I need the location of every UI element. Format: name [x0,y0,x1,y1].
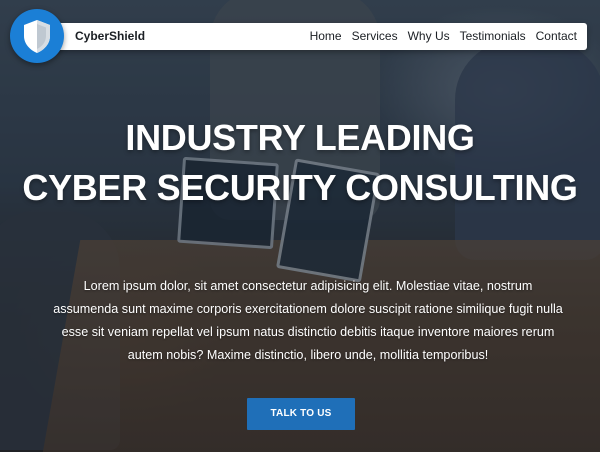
background-overlay [0,0,600,452]
navbar: CyberShield Home Services Why Us Testimo… [46,23,587,50]
hero-headline-line1: INDUSTRY LEADING [125,117,475,158]
nav-link-why-us[interactable]: Why Us [408,29,450,44]
nav-link-contact[interactable]: Contact [536,29,577,44]
nav-link-testimonials[interactable]: Testimonials [460,29,526,44]
hero-description: Lorem ipsum dolor, sit amet consectetur … [53,279,563,362]
nav-link-home[interactable]: Home [310,29,342,44]
shield-icon [24,20,50,53]
talk-to-us-button[interactable]: TALK TO US [247,398,355,430]
nav-links: Home Services Why Us Testimonials Contac… [310,29,577,44]
brand-logo[interactable] [10,9,64,63]
nav-link-services[interactable]: Services [352,29,398,44]
brand-name[interactable]: CyberShield [75,29,145,44]
hero-headline-line2: CYBER SECURITY CONSULTING [22,167,578,208]
hero-section: INDUSTRY LEADING CYBER SECURITY CONSULTI… [0,0,600,452]
